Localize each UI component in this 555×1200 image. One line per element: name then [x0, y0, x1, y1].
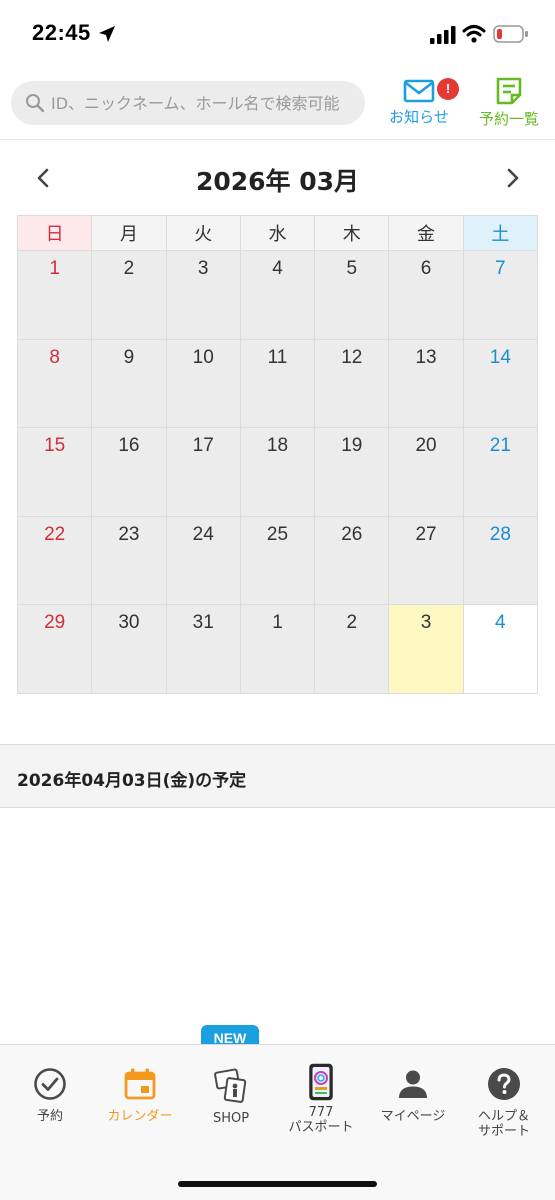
calendar-day-cell[interactable]: 31	[165, 604, 241, 694]
calendar-day-cell[interactable]: 28	[462, 515, 539, 606]
weekday-header-row: 日 月 火 水 木 金 土	[16, 215, 539, 251]
weekday-sat: 土	[462, 215, 539, 251]
home-indicator	[178, 1181, 377, 1187]
calendar-day-cell[interactable]: 6	[388, 250, 464, 340]
calendar-day-cell[interactable]: 17	[165, 427, 241, 517]
calendar-day-cell[interactable]: 8	[16, 338, 93, 429]
person-icon	[399, 1070, 427, 1098]
schedule-header: 2026年04月03日(金)の予定	[0, 744, 555, 808]
calendar-day-cell[interactable]: 11	[239, 338, 316, 429]
status-time: 22:45	[32, 20, 91, 45]
status-bar: 22:45	[0, 0, 555, 66]
calendar-day-cell[interactable]: 15	[16, 427, 93, 517]
calendar-day-cell-selected[interactable]: 3	[388, 604, 464, 694]
calendar-day-cell[interactable]: 1	[16, 250, 93, 340]
calendar-day-cell[interactable]: 27	[388, 515, 464, 606]
battery-low-icon	[493, 25, 528, 43]
calendar-day-cell[interactable]: 4	[239, 250, 316, 340]
calendar-day-cell[interactable]: 20	[388, 427, 464, 517]
tab-help[interactable]: ヘルプ＆ サポート	[458, 1067, 550, 1139]
calendar-day-cell[interactable]: 24	[165, 515, 241, 606]
calendar-day-cell[interactable]: 23	[91, 515, 167, 606]
calendar-day-cell[interactable]: 9	[91, 338, 167, 429]
calendar-day-cell[interactable]: 19	[314, 427, 390, 517]
calendar-icon	[124, 1068, 156, 1100]
calendar-day-cell[interactable]: 29	[16, 604, 93, 694]
month-title: 2026年 03月	[195, 167, 360, 196]
reservation-list-icon	[496, 77, 522, 105]
calendar-week-row: 1 2 3 4 5 6 7	[16, 250, 539, 340]
calendar-day-cell[interactable]: 30	[91, 604, 167, 694]
calendar-day-cell[interactable]: 3	[165, 250, 241, 340]
mail-icon	[403, 79, 435, 103]
calendar-day-cell[interactable]: 25	[239, 515, 316, 606]
search-icon	[26, 94, 45, 113]
tab-passport[interactable]: 777 パスポート	[275, 1063, 367, 1135]
help-circle-icon	[488, 1068, 520, 1100]
bottom-tab-bar: 予約 カレンダー SHOP 777 パスポート マイページ ヘルプ＆ サポート	[0, 1044, 555, 1200]
calendar-week-row: 29 30 31 1 2 3 4	[16, 604, 539, 694]
calendar-day-cell[interactable]: 1	[239, 604, 316, 694]
calendar-day-cell[interactable]: 2	[91, 250, 167, 340]
weekday-wed: 水	[239, 215, 316, 251]
tab-label: SHOP	[212, 1111, 250, 1126]
wifi-icon	[462, 25, 486, 43]
calendar-day-cell[interactable]: 12	[314, 338, 390, 429]
tab-calendar[interactable]: カレンダー	[94, 1067, 186, 1124]
calendar-day-cell[interactable]: 14	[462, 338, 539, 429]
calendar-day-cell[interactable]: 13	[388, 338, 464, 429]
reservation-list-button[interactable]: 予約一覧	[474, 74, 544, 129]
calendar-day-cell[interactable]: 22	[16, 515, 93, 606]
calendar-day-cell[interactable]: 18	[239, 427, 316, 517]
reservation-list-label: 予約一覧	[478, 110, 539, 128]
calendar-day-cell[interactable]: 26	[314, 515, 390, 606]
calendar-day-cell[interactable]: 4	[462, 604, 539, 694]
search-bar[interactable]	[11, 81, 365, 125]
month-navigation: 2026年 03月	[0, 150, 555, 208]
calendar-day-cell[interactable]: 5	[314, 250, 390, 340]
weekday-tue: 火	[165, 215, 241, 251]
cellular-signal-icon	[430, 26, 456, 44]
tab-label: カレンダー	[107, 1109, 173, 1124]
calendar-day-cell[interactable]: 21	[462, 427, 539, 517]
weekday-mon: 月	[91, 215, 167, 251]
calendar-week-row: 22 23 24 25 26 27 28	[16, 515, 539, 606]
location-arrow-icon	[99, 26, 115, 42]
calendar-week-row: 15 16 17 18 19 20 21	[16, 427, 539, 517]
weekday-sun: 日	[16, 215, 93, 251]
tab-mypage[interactable]: マイページ	[367, 1067, 459, 1124]
weekday-thu: 木	[314, 215, 390, 251]
calendar-day-cell[interactable]: 7	[462, 250, 539, 340]
tab-label: 予約	[36, 1109, 63, 1124]
notice-button[interactable]: ! お知らせ	[386, 74, 459, 127]
calendar-week-row: 8 9 10 11 12 13 14	[16, 338, 539, 429]
tab-label: ヘルプ＆ サポート	[477, 1109, 530, 1139]
calendar-day-cell[interactable]: 10	[165, 338, 241, 429]
app-header: ! お知らせ 予約一覧	[0, 66, 555, 140]
calendar-grid: 日 月 火 水 木 金 土 1 2 3 4 5 6 7 8 9 10 11 12…	[16, 215, 539, 694]
passport-card-icon	[309, 1063, 333, 1101]
calendar-day-cell[interactable]: 16	[91, 427, 167, 517]
notice-badge: !	[437, 78, 459, 100]
search-input[interactable]	[51, 81, 356, 125]
calendar-day-cell[interactable]: 2	[314, 604, 390, 694]
schedule-title: 2026年04月03日(金)の予定	[17, 771, 247, 791]
shop-cards-icon	[214, 1068, 247, 1103]
weekday-fri: 金	[388, 215, 464, 251]
notice-label: お知らせ	[389, 108, 449, 126]
tab-shop[interactable]: SHOP	[185, 1067, 277, 1126]
tab-label: マイページ	[380, 1109, 446, 1124]
tab-label: 777 パスポート	[288, 1105, 354, 1135]
tab-reserve[interactable]: 予約	[4, 1067, 96, 1124]
check-circle-icon	[34, 1068, 66, 1100]
next-month-button[interactable]	[498, 160, 528, 196]
